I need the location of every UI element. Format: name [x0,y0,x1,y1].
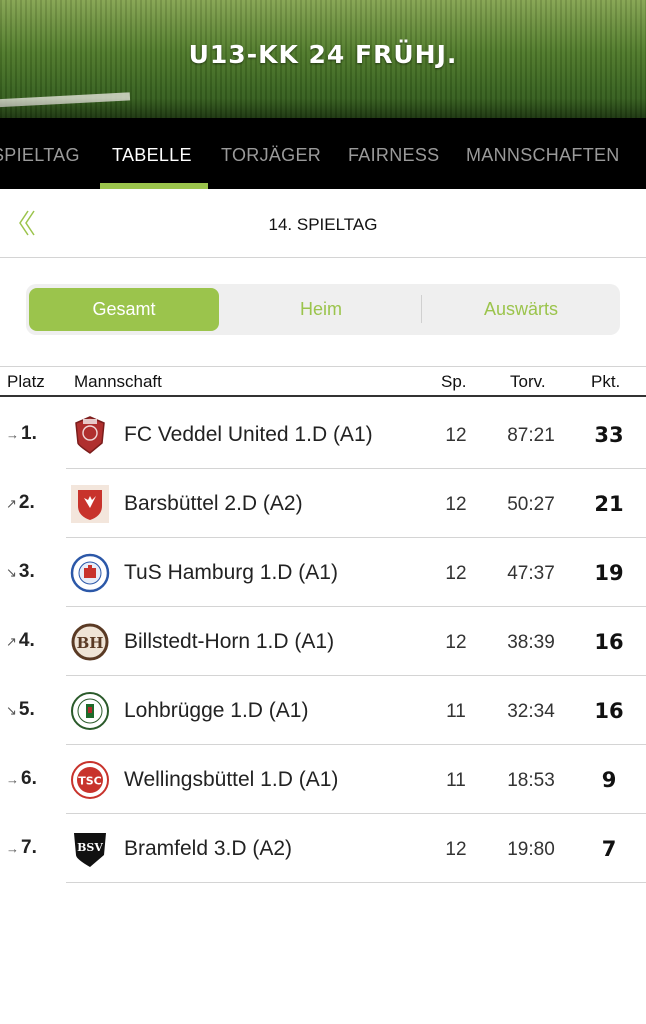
table-row[interactable]: → 6. TSC Wellingsbüttel 1.D (A1) 11 18:53… [0,746,646,814]
tab-spieltag[interactable]: SPIELTAG [0,145,80,166]
tab-torjaeger[interactable]: TORJÄGER [221,145,321,166]
row-divider [66,813,646,814]
points: 16 [594,699,624,723]
rank-number: 3. [18,561,35,582]
row-divider [66,675,646,676]
row-divider [66,882,646,883]
games-played: 12 [445,425,467,446]
rank-number: 4. [18,630,35,651]
team-name: Lohbrügge 1.D (A1) [124,699,309,722]
table-row[interactable]: ↘ 3. TuS Hamburg 1.D (A1) 12 47:37 19 [0,539,646,607]
header-banner: U13-KK 24 FRÜHJ. [0,0,646,118]
goal-ratio: 32:34 [507,701,555,722]
matchday-bar: 14. SPIELTAG [0,189,646,258]
trend-icon: → [6,772,19,787]
trend-icon: ↘ [6,703,17,718]
table-row[interactable]: → 1. FC Veddel United 1.D (A1) 12 87:21 3… [0,401,646,469]
rank-number: 7. [21,837,37,858]
table-row[interactable]: ↗ 2. Barsbüttel 2.D (A2) 12 50:27 21 [0,470,646,538]
col-torverhaeltnis: Torv. [510,372,546,391]
games-played: 12 [445,494,467,515]
svg-text:BSV: BSV [77,841,103,854]
filter-heim[interactable]: Heim [226,288,416,331]
trend-icon: ↗ [6,634,17,649]
goal-ratio: 38:39 [507,632,555,653]
segment-divider [421,295,422,323]
points: 9 [601,768,617,792]
games-played: 11 [446,701,466,722]
banner-shade [0,98,646,118]
tus-hamburg-crest-icon [70,553,110,593]
row-divider [66,744,646,745]
trend-icon: ↘ [6,565,17,580]
points: 7 [601,837,617,861]
points: 21 [594,492,624,516]
rank-number: 6. [21,768,37,789]
table-row[interactable]: → 7. BSV Bramfeld 3.D (A2) 12 19:80 7 [0,815,646,883]
svg-text:BH: BH [77,634,104,652]
rank: ↗ 2. [6,492,35,514]
team-name: Barsbüttel 2.D (A2) [124,492,303,515]
team-name: FC Veddel United 1.D (A1) [124,423,373,446]
goal-ratio: 50:27 [507,494,555,515]
team-name: Wellingsbüttel 1.D (A1) [124,768,339,791]
svg-text:TSC: TSC [78,775,102,788]
rank: ↗ 4. [6,630,35,652]
table-row[interactable]: ↘ 5. Lohbrügge 1.D (A1) 11 32:34 16 [0,677,646,745]
barsbuettel-crest-icon [70,484,110,524]
points: 33 [594,423,624,447]
rank-number: 2. [18,492,35,513]
games-played: 11 [446,770,466,791]
trend-icon: ↗ [6,496,17,511]
venue-filter: Gesamt Heim Auswärts [26,284,620,335]
team-name: Billstedt-Horn 1.D (A1) [124,630,335,653]
league-title: U13-KK 24 FRÜHJ. [188,40,458,69]
col-platz: Platz [7,372,45,391]
fc-veddel-crest-icon [70,415,110,455]
team-name: Bramfeld 3.D (A2) [124,837,293,860]
team-name: TuS Hamburg 1.D (A1) [124,561,338,584]
table-header: Platz Mannschaft Sp. Torv. Pkt. [0,366,646,397]
rank-number: 1. [21,423,37,444]
filter-auswaerts[interactable]: Auswärts [426,288,616,331]
tab-mannschaften[interactable]: MANNSCHAFTEN [466,145,620,166]
trend-icon: → [6,841,19,856]
rank-number: 5. [18,699,35,720]
games-played: 12 [445,563,467,584]
matchday-title: 14. SPIELTAG [268,215,378,234]
col-mannschaft: Mannschaft [74,372,162,391]
tab-fairness[interactable]: FAIRNESS [348,145,439,166]
row-divider [66,537,646,538]
row-divider [66,468,646,469]
rank: ↘ 5. [6,699,35,721]
table-row[interactable]: ↗ 4. BH Billstedt-Horn 1.D (A1) 12 38:39 … [0,608,646,676]
points: 16 [594,630,624,654]
row-divider [66,606,646,607]
col-spiele: Sp. [441,372,467,391]
goal-ratio: 18:53 [507,770,555,791]
bramfeld-crest-icon: BSV [70,829,110,869]
goal-ratio: 19:80 [507,839,555,860]
goal-ratio: 87:21 [507,425,555,446]
rank: → 7. [6,837,37,859]
tab-bar: SPIELTAG TABELLE TORJÄGER FAIRNESS MANNS… [0,118,646,189]
goal-ratio: 47:37 [507,563,555,584]
billstedt-horn-crest-icon: BH [70,622,110,662]
rank: → 6. [6,768,37,790]
filter-gesamt[interactable]: Gesamt [29,288,219,331]
trend-icon: → [6,427,19,442]
tab-tabelle[interactable]: TABELLE [112,145,192,166]
lohbruegge-crest-icon [70,691,110,731]
tsc-wellingsbuettel-crest-icon: TSC [70,760,110,800]
col-punkte: Pkt. [591,372,621,391]
rank: → 1. [6,423,37,445]
games-played: 12 [445,839,467,860]
rank: ↘ 3. [6,561,35,583]
points: 19 [594,561,624,585]
games-played: 12 [445,632,467,653]
